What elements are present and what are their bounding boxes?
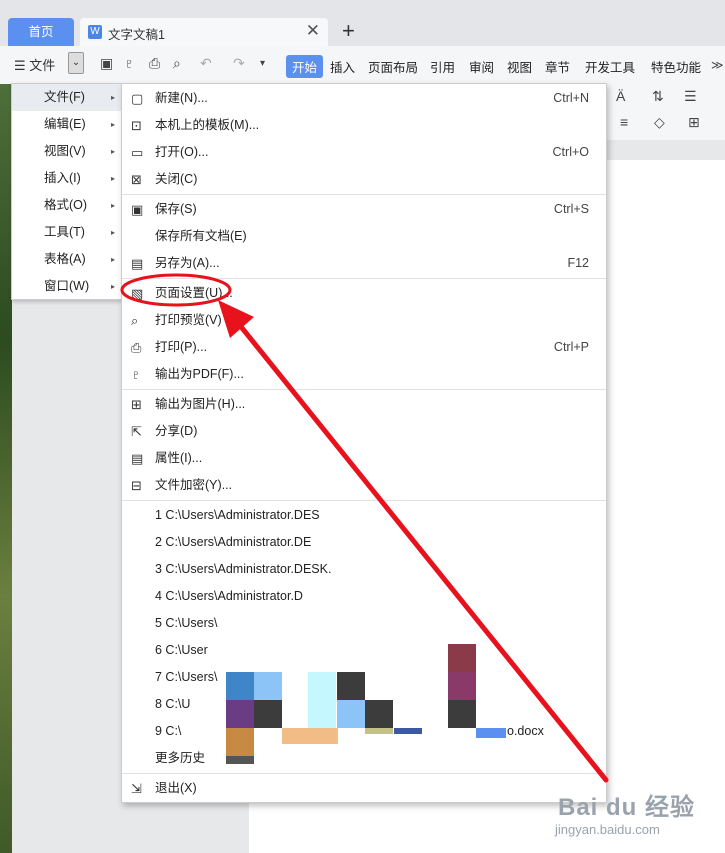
annotation-overlay	[120, 273, 609, 783]
highlight-circle	[120, 273, 232, 307]
watermark-url: jingyan.baidu.com	[555, 822, 660, 837]
watermark-brand: Bai du 经验	[558, 794, 696, 821]
pointer-arrow-line	[231, 315, 609, 783]
